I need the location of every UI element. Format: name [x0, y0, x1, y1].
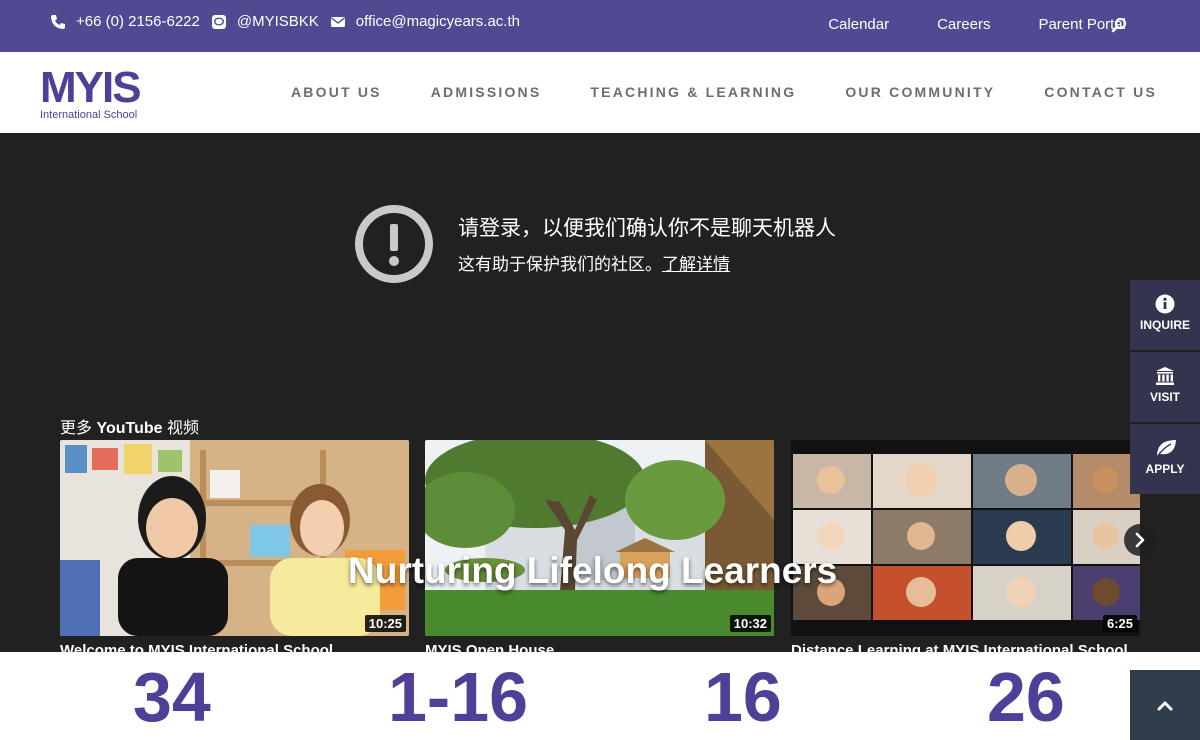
video-thumbnails: 10:25 10:32 6:25 Welcome to MYIS Interna… [60, 440, 1140, 652]
apply-label: APPLY [1145, 462, 1185, 476]
logo-wordmark: MYIS [40, 63, 142, 112]
line-handle: @MYISBKK [236, 13, 319, 30]
youtube-embed: 请登录，以便我们确认你不是聊天机器人 这有助于保护我们的社区。了解详情 更多 Y… [0, 133, 1200, 652]
phone-icon [50, 14, 66, 30]
learn-more-link[interactable]: 了解详情 [662, 255, 730, 274]
hero-tagline: Nurturing Lifelong Learners [348, 550, 838, 591]
inquire-tab[interactable]: INQUIRE [1130, 280, 1200, 350]
line-contact[interactable]: @MYISBKK [211, 13, 319, 30]
signin-subtitle: 这有助于保护我们的社区。了解详情 [458, 250, 730, 275]
more-suffix: 视频 [162, 420, 199, 437]
apply-tab[interactable]: APPLY [1130, 424, 1200, 494]
video-thumbnail-3[interactable]: 6:25 [791, 440, 1140, 636]
phone-contact[interactable]: +66 (0) 2156-6222 [50, 13, 200, 30]
more-videos-heading: 更多 YouTube 视频 [60, 414, 199, 438]
building-icon [1155, 366, 1175, 386]
email-address: office@magicyears.ac.th [355, 13, 520, 30]
nav-admissions[interactable]: ADMISSIONS [431, 84, 542, 100]
video-title-2[interactable]: MYIS Open House [425, 642, 554, 652]
video-duration: 10:32 [729, 615, 771, 632]
chevron-right-icon [1135, 532, 1145, 548]
nav-contact-us[interactable]: CONTACT US [1044, 84, 1157, 100]
visit-tab[interactable]: VISIT [1130, 352, 1200, 422]
chevron-up-icon [1157, 701, 1173, 711]
inquire-label: INQUIRE [1139, 318, 1190, 332]
leaf-icon [1155, 438, 1176, 458]
utility-links: Calendar Careers Parent Portal [780, 16, 1126, 33]
alert-icon [354, 204, 434, 284]
stats-bar: 34 1-16 16 26 [0, 652, 1200, 740]
visit-label: VISIT [1149, 390, 1180, 404]
more-prefix: 更多 [60, 420, 97, 437]
stat-value-3: 16 [704, 658, 782, 736]
video-thumbnail-1[interactable]: 10:25 [60, 440, 409, 636]
stat-value-4: 26 [987, 658, 1065, 736]
video-thumbnail-2[interactable]: 10:32 [425, 440, 774, 636]
top-bar: +66 (0) 2156-6222 @MYISBKK office@magicy… [0, 0, 1200, 52]
nav-teaching-learning[interactable]: TEACHING & LEARNING [590, 84, 796, 100]
contact-info: +66 (0) 2156-6222 @MYISBKK office@magicy… [50, 13, 531, 30]
back-to-top-button[interactable] [1130, 670, 1200, 740]
more-brand: YouTube [96, 420, 163, 437]
stat-value-2: 1-16 [388, 658, 529, 736]
signin-title: 请登录，以便我们确认你不是聊天机器人 [458, 217, 836, 240]
school-logo[interactable]: MYIS International School [40, 63, 152, 122]
video-duration: 6:25 [1102, 615, 1137, 632]
envelope-icon [330, 14, 346, 30]
video-title-3[interactable]: Distance Learning at MYIS International … [791, 642, 1128, 652]
email-contact[interactable]: office@magicyears.ac.th [330, 13, 520, 30]
calendar-link[interactable]: Calendar [828, 16, 889, 33]
main-header: MYIS International School ABOUT US ADMIS… [0, 52, 1200, 133]
video-title-1[interactable]: Welcome to MYIS International School [60, 642, 333, 652]
video-duration: 10:25 [364, 615, 406, 632]
phone-number: +66 (0) 2156-6222 [76, 13, 200, 30]
stat-value-1: 34 [133, 658, 211, 736]
next-arrow-button[interactable] [1124, 524, 1156, 556]
careers-link[interactable]: Careers [937, 16, 990, 33]
search-icon[interactable] [1111, 17, 1127, 33]
main-nav: ABOUT US ADMISSIONS TEACHING & LEARNING … [291, 84, 1157, 100]
signin-subtitle-text: 这有助于保护我们的社区。 [458, 255, 662, 274]
info-icon [1155, 294, 1175, 314]
line-icon [211, 14, 227, 30]
nav-about-us[interactable]: ABOUT US [291, 84, 382, 100]
nav-our-community[interactable]: OUR COMMUNITY [845, 84, 995, 100]
